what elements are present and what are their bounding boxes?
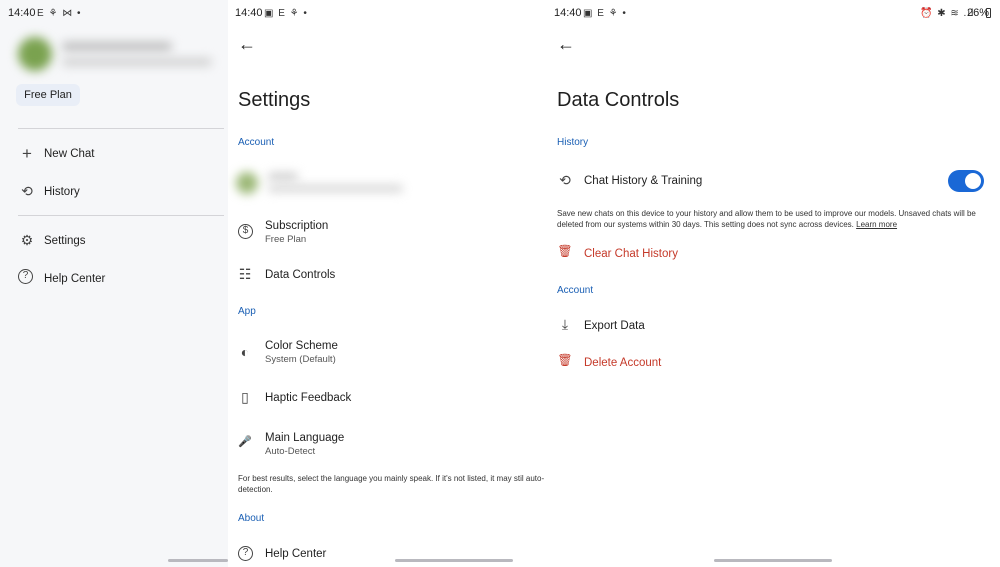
settings-screen: 14:40 ▣ E ⚘ • ← Settings Account $ Subsc… bbox=[228, 0, 548, 567]
status-icons: ▣ E ⚘ • bbox=[583, 8, 627, 19]
help-center-item[interactable]: ? Help Center bbox=[18, 269, 218, 289]
help-icon: ? bbox=[18, 269, 33, 284]
history-label: History bbox=[44, 186, 80, 198]
page-title: Data Controls bbox=[557, 89, 680, 111]
vibration-icon: ▯ bbox=[241, 389, 249, 405]
dollar-icon: $ bbox=[238, 224, 253, 239]
trash-icon: 🗑 bbox=[557, 244, 573, 258]
avatar[interactable] bbox=[18, 37, 52, 71]
help-icon: ? bbox=[238, 546, 253, 561]
status-time: 14:40 bbox=[8, 7, 36, 19]
main-language-subtitle: Auto-Detect bbox=[265, 446, 316, 457]
settings-label: Settings bbox=[44, 235, 86, 247]
delete-account-title: Delete Account bbox=[584, 357, 662, 369]
export-data-title: Export Data bbox=[584, 320, 645, 332]
microphone-icon: 🎤 bbox=[238, 436, 252, 448]
section-history: History bbox=[557, 137, 589, 148]
chat-history-training-row[interactable]: ⟲ Chat History & Training bbox=[556, 170, 996, 194]
gear-icon: ⚙ bbox=[20, 232, 34, 248]
gesture-bar[interactable] bbox=[395, 559, 513, 562]
gesture-bar[interactable] bbox=[714, 559, 832, 562]
chat-history-toggle[interactable] bbox=[948, 170, 984, 192]
color-scheme-subtitle: System (Default) bbox=[265, 354, 336, 365]
main-language-row[interactable]: 🎤 Main Language Auto-Detect bbox=[236, 431, 536, 459]
plus-icon: + bbox=[22, 144, 32, 163]
navigation-drawer: 14:40 E ⚘ ⋈ • Free Plan + New Chat ⟲ His… bbox=[0, 0, 228, 567]
section-about: About bbox=[238, 513, 265, 524]
status-time: 14:40 bbox=[235, 7, 263, 19]
clear-chat-history-row[interactable]: 🗑 Clear Chat History bbox=[556, 244, 856, 264]
history-icon: ⟲ bbox=[559, 172, 571, 188]
back-arrow-icon[interactable]: ← bbox=[238, 34, 256, 55]
settings-item[interactable]: ⚙ Settings bbox=[18, 231, 218, 251]
main-language-title: Main Language bbox=[265, 432, 345, 444]
haptic-feedback-row[interactable]: ▯ Haptic Feedback bbox=[236, 389, 536, 409]
status-time: 14:40 bbox=[554, 7, 582, 19]
help-center-title: Help Center bbox=[265, 548, 327, 560]
account-email-blurred bbox=[268, 185, 403, 192]
language-note: For best results, select the language yo… bbox=[238, 474, 545, 494]
color-scheme-title: Color Scheme bbox=[265, 340, 338, 352]
account-name-blurred bbox=[268, 173, 298, 180]
page-title: Settings bbox=[238, 89, 311, 111]
clear-chat-history-title: Clear Chat History bbox=[584, 248, 678, 260]
color-scheme-row[interactable]: ◐ Color Scheme System (Default) bbox=[236, 339, 536, 367]
subscription-subtitle: Free Plan bbox=[265, 234, 307, 245]
help-center-label: Help Center bbox=[44, 273, 106, 285]
download-icon: ⤓ bbox=[561, 316, 569, 332]
sliders-icon: ☷ bbox=[238, 266, 252, 282]
plan-badge[interactable]: Free Plan bbox=[16, 84, 80, 106]
section-app: App bbox=[238, 306, 256, 317]
export-data-row[interactable]: ⤓ Export Data bbox=[556, 316, 856, 336]
divider bbox=[18, 128, 224, 129]
data-controls-title: Data Controls bbox=[265, 269, 336, 281]
data-controls-row[interactable]: ☷ Data Controls bbox=[236, 266, 536, 286]
chat-history-note: Save new chats on this device to your hi… bbox=[557, 208, 982, 230]
status-icons: ▣ E ⚘ • bbox=[264, 8, 308, 19]
new-chat-label: New Chat bbox=[44, 148, 95, 160]
new-chat-item[interactable]: + New Chat bbox=[18, 144, 218, 164]
account-avatar[interactable] bbox=[236, 172, 258, 194]
section-account: Account bbox=[238, 137, 275, 148]
back-arrow-icon[interactable]: ← bbox=[557, 34, 575, 55]
battery-icon bbox=[986, 8, 991, 18]
trash-icon: 🗑 bbox=[557, 353, 573, 367]
data-controls-screen: 14:40 ▣ E ⚘ • ⏰ ✱ ≋ .ıl 26% ← Data Contr… bbox=[548, 0, 1000, 567]
chat-history-note-text: Save new chats on this device to your hi… bbox=[557, 209, 976, 229]
delete-account-row[interactable]: 🗑 Delete Account bbox=[556, 353, 856, 373]
toggle-knob bbox=[965, 173, 981, 189]
help-center-row[interactable]: ? Help Center bbox=[236, 545, 536, 565]
account-email-blurred bbox=[62, 58, 212, 66]
history-icon: ⟲ bbox=[21, 183, 33, 199]
subscription-row[interactable]: $ Subscription Free Plan bbox=[236, 219, 536, 247]
brightness-icon: ◐ bbox=[240, 344, 250, 360]
divider bbox=[18, 215, 224, 216]
gesture-bar[interactable] bbox=[168, 559, 228, 562]
chat-history-training-title: Chat History & Training bbox=[584, 175, 703, 187]
status-icons: E ⚘ ⋈ • bbox=[37, 8, 82, 19]
subscription-title: Subscription bbox=[265, 220, 329, 232]
learn-more-link[interactable]: Learn more bbox=[856, 220, 897, 229]
haptic-feedback-title: Haptic Feedback bbox=[265, 392, 352, 404]
history-item[interactable]: ⟲ History bbox=[18, 182, 218, 202]
account-name-blurred bbox=[62, 42, 172, 51]
section-account: Account bbox=[557, 285, 594, 296]
